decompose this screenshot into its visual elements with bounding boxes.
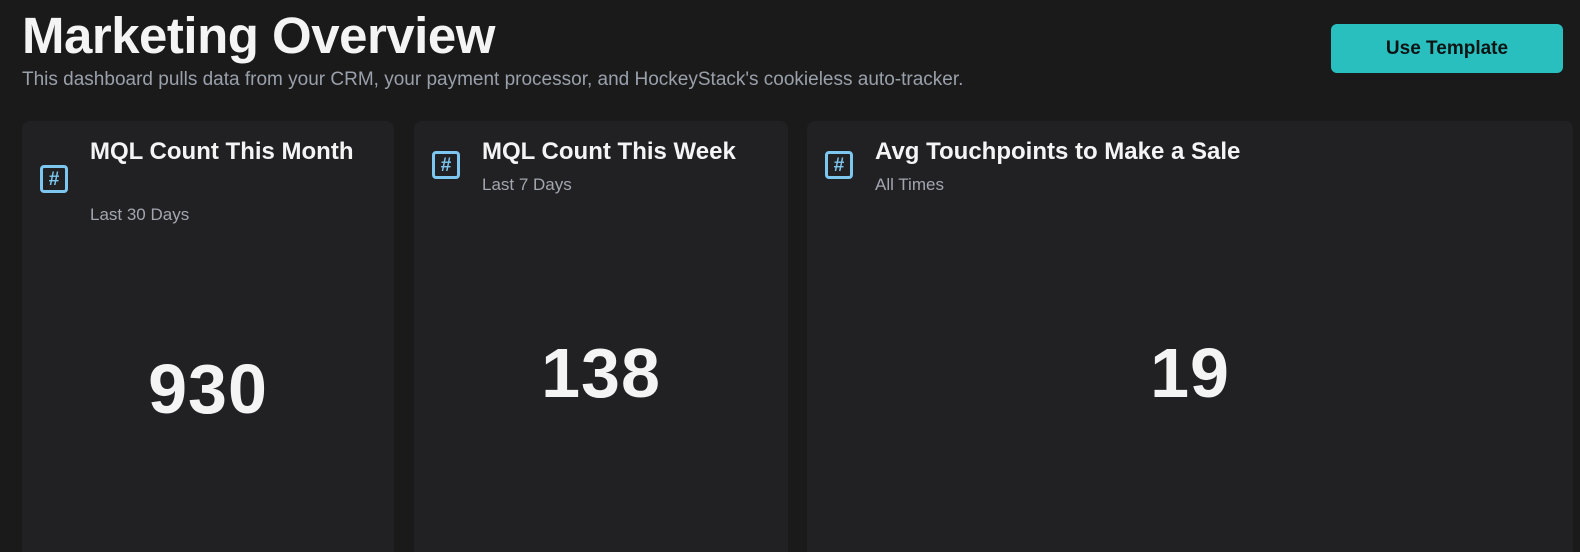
hash-icon: # — [432, 151, 460, 179]
metric-card-avg-touchpoints[interactable]: # Avg Touchpoints to Make a Sale All Tim… — [807, 121, 1573, 552]
card-subtitle: All Times — [875, 175, 944, 194]
card-value: 19 — [1150, 334, 1230, 412]
page-title: Marketing Overview — [22, 7, 495, 64]
header: Marketing Overview This dashboard pulls … — [22, 6, 963, 92]
metric-card-mql-month[interactable]: # MQL Count This Month Last 30 Days 930 — [22, 121, 394, 552]
page-subtitle: This dashboard pulls data from your CRM,… — [22, 69, 964, 90]
card-subtitle: Last 30 Days — [90, 205, 190, 224]
card-subtitle: Last 7 Days — [482, 175, 572, 194]
card-title: Avg Touchpoints to Make a Sale — [875, 138, 1241, 165]
metric-card-mql-week[interactable]: # MQL Count This Week Last 7 Days 138 — [414, 121, 788, 552]
hash-icon: # — [825, 151, 853, 179]
dashboard-page: Marketing Overview This dashboard pulls … — [0, 0, 1580, 552]
card-value: 930 — [148, 350, 268, 428]
card-title: MQL Count This Week — [482, 138, 736, 165]
hash-icon: # — [40, 165, 68, 193]
use-template-button[interactable]: Use Template — [1331, 24, 1563, 73]
card-title: MQL Count This Month — [90, 138, 354, 165]
card-value: 138 — [541, 334, 661, 412]
